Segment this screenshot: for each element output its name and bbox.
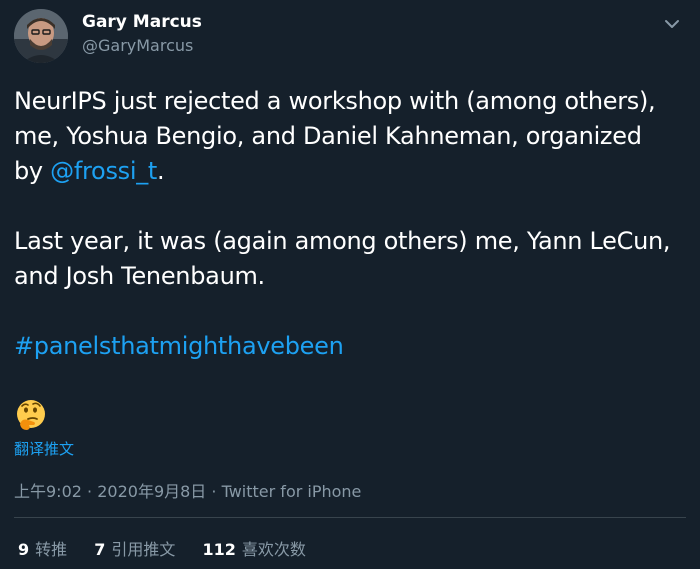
likes-label: 喜欢次数 <box>241 540 306 559</box>
tweet-line: Last year, it was (again among others) m… <box>14 227 671 255</box>
tweet-line: and Josh Tenenbaum. <box>14 262 265 290</box>
hashtag-link[interactable]: #panelsthatmighthavebeen <box>14 332 344 360</box>
divider <box>14 517 686 518</box>
tweet-text-fragment: . <box>157 157 165 185</box>
retweets-label: 转推 <box>35 540 68 559</box>
tweet-stats: 9 转推 7 引用推文 112 喜欢次数 <box>18 536 328 560</box>
likes-count: 112 <box>202 540 236 559</box>
likes-stat[interactable]: 112 喜欢次数 <box>203 536 306 560</box>
thinking-face-icon <box>14 398 48 432</box>
tweet-source[interactable]: Twitter for iPhone <box>222 482 362 501</box>
tweet-text: NeurIPS just rejected a workshop with (a… <box>14 84 688 364</box>
quotes-label: 引用推文 <box>111 540 176 559</box>
translate-tweet-link[interactable]: 翻译推文 <box>14 438 74 459</box>
tweet-text-fragment: by <box>14 157 51 185</box>
mention-link[interactable]: @frossi_t <box>50 157 157 185</box>
meta-separator: · <box>87 482 93 501</box>
tweet-line: #panelsthatmighthavebeen <box>14 329 688 364</box>
tweet-date[interactable]: 2020年9月8日 <box>97 482 206 501</box>
tweet-card: Gary Marcus @GaryMarcus NeurIPS just rej… <box>0 0 700 569</box>
tweet-line: NeurIPS just rejected a workshop with (a… <box>14 87 656 115</box>
meta-separator: · <box>211 482 217 501</box>
tweet-time[interactable]: 上午9:02 <box>14 482 82 501</box>
retweets-stat[interactable]: 9 转推 <box>18 536 67 560</box>
author-handle[interactable]: @GaryMarcus <box>82 36 193 55</box>
tweet-metadata: 上午9:02 · 2020年9月8日 · Twitter for iPhone <box>14 478 361 502</box>
avatar[interactable] <box>14 9 68 63</box>
tweet-line: by @frossi_t. <box>14 154 688 189</box>
author-name[interactable]: Gary Marcus <box>82 12 202 32</box>
avatar-image <box>14 9 68 63</box>
quotes-count: 7 <box>94 540 106 559</box>
chevron-down-icon[interactable] <box>660 12 684 36</box>
tweet-line: me, Yoshua Bengio, and Daniel Kahneman, … <box>14 122 642 150</box>
quotes-stat[interactable]: 7 引用推文 <box>94 536 175 560</box>
retweets-count: 9 <box>18 540 30 559</box>
